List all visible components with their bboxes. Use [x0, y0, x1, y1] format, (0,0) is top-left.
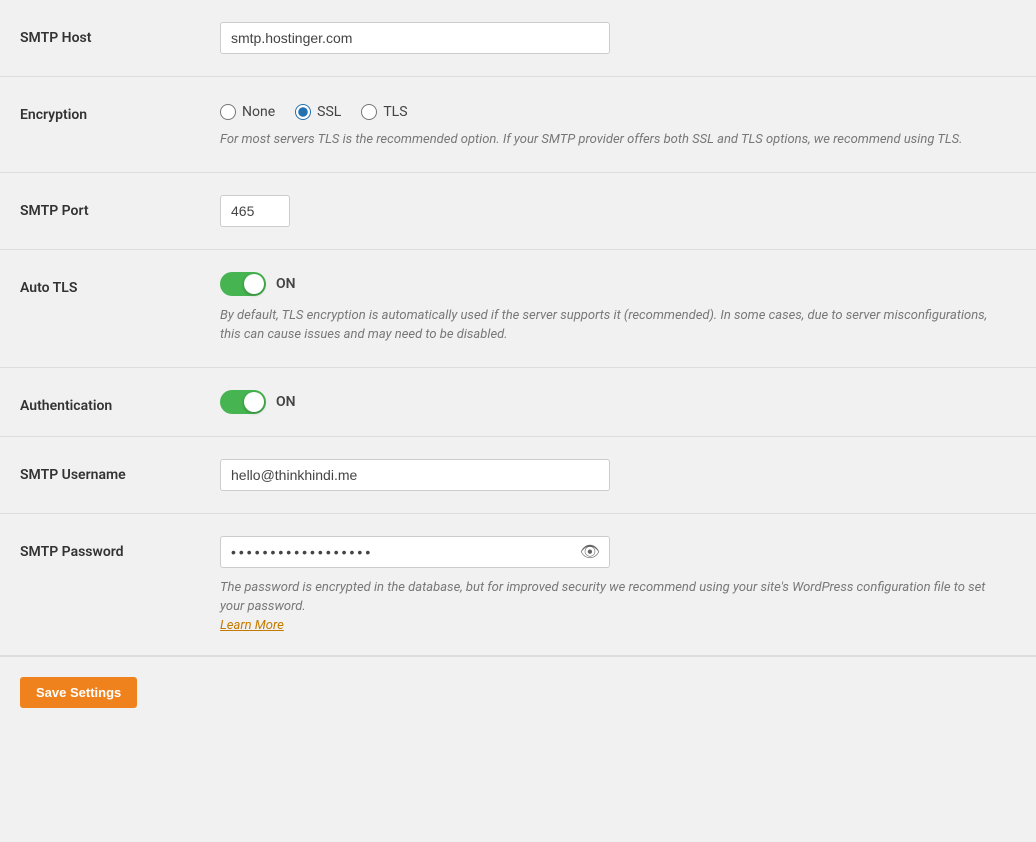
- smtp-password-content: 👁 The password is encrypted in the datab…: [220, 536, 1016, 633]
- smtp-host-input[interactable]: [220, 22, 610, 54]
- auto-tls-content: ON By default, TLS encryption is automat…: [220, 272, 1016, 345]
- encryption-none-option[interactable]: None: [220, 104, 275, 120]
- smtp-username-row: SMTP Username: [0, 437, 1036, 514]
- authentication-state-label: ON: [276, 394, 296, 410]
- auto-tls-label: Auto TLS: [20, 272, 220, 296]
- smtp-port-row: SMTP Port: [0, 173, 1036, 250]
- smtp-username-input[interactable]: [220, 459, 610, 491]
- encryption-radio-group: None SSL TLS: [220, 104, 1016, 120]
- encryption-none-radio[interactable]: [220, 104, 236, 120]
- learn-more-link[interactable]: Learn More: [220, 618, 284, 633]
- password-toggle-visibility-button[interactable]: 👁: [580, 542, 600, 562]
- save-button-row: Save Settings: [0, 656, 1036, 728]
- save-settings-button[interactable]: Save Settings: [20, 677, 137, 708]
- smtp-password-row: SMTP Password 👁 The password is encrypte…: [0, 514, 1036, 656]
- smtp-port-content: [220, 195, 1016, 227]
- smtp-host-label: SMTP Host: [20, 22, 220, 46]
- auto-tls-row: Auto TLS ON By default, TLS encryption i…: [0, 250, 1036, 368]
- smtp-username-label: SMTP Username: [20, 459, 220, 483]
- settings-container: Niraj Kashyap SMTP Host Encryption None …: [0, 0, 1036, 728]
- encryption-tls-option[interactable]: TLS: [361, 104, 407, 120]
- smtp-port-input[interactable]: [220, 195, 290, 227]
- encryption-none-label: None: [242, 104, 275, 120]
- smtp-password-label: SMTP Password: [20, 536, 220, 560]
- encryption-tls-radio[interactable]: [361, 104, 377, 120]
- encryption-ssl-label: SSL: [317, 104, 341, 120]
- auto-tls-toggle[interactable]: [220, 272, 266, 296]
- smtp-host-content: [220, 22, 1016, 54]
- encryption-ssl-option[interactable]: SSL: [295, 104, 341, 120]
- auto-tls-toggle-row: ON: [220, 272, 1016, 296]
- authentication-thumb: [244, 392, 264, 412]
- encryption-content: None SSL TLS For most servers TLS is the…: [220, 99, 1016, 150]
- auto-tls-thumb: [244, 274, 264, 294]
- authentication-toggle-row: ON: [220, 390, 1016, 414]
- authentication-row: Authentication ON: [0, 368, 1036, 437]
- encryption-ssl-radio[interactable]: [295, 104, 311, 120]
- encryption-hint: For most servers TLS is the recommended …: [220, 130, 1000, 150]
- authentication-label: Authentication: [20, 390, 220, 414]
- encryption-row: Encryption None SSL TLS For most servers…: [0, 77, 1036, 173]
- encryption-tls-label: TLS: [383, 104, 407, 120]
- authentication-content: ON: [220, 390, 1016, 414]
- auto-tls-hint: By default, TLS encryption is automatica…: [220, 306, 1000, 345]
- auto-tls-state-label: ON: [276, 276, 296, 292]
- password-wrapper: 👁: [220, 536, 610, 568]
- smtp-port-label: SMTP Port: [20, 195, 220, 219]
- smtp-password-hint: The password is encrypted in the databas…: [220, 578, 1000, 617]
- smtp-host-row: SMTP Host: [0, 0, 1036, 77]
- smtp-password-input[interactable]: [220, 536, 610, 568]
- smtp-username-content: [220, 459, 1016, 491]
- authentication-toggle[interactable]: [220, 390, 266, 414]
- encryption-label: Encryption: [20, 99, 220, 123]
